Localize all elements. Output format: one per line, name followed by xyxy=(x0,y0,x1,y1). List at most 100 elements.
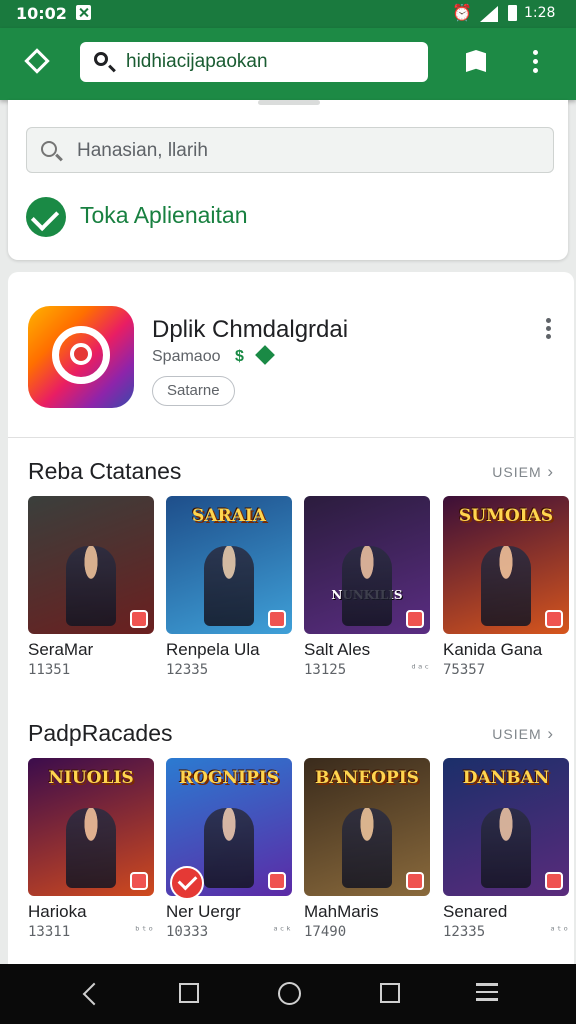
game-count: 12335 xyxy=(166,662,209,678)
game-hero-figure xyxy=(481,808,531,888)
menu-icon[interactable] xyxy=(476,983,498,1003)
game-badge-icon xyxy=(406,610,424,628)
game-tile[interactable]: SeraMar 11351 xyxy=(28,496,154,678)
game-pill: ᵇᵗᵒ xyxy=(134,924,154,937)
game-hero-figure xyxy=(481,546,531,626)
search-icon xyxy=(41,141,57,157)
section-more-link[interactable]: USIEM xyxy=(492,462,554,482)
game-title: SeraMar xyxy=(28,640,94,659)
game-banner-text: ROGNIPIS xyxy=(179,768,279,788)
game-banner-text: BANEOPIS xyxy=(315,768,419,788)
game-meta: 12335 ᵃᵗᵒ xyxy=(443,924,569,940)
game-artwork xyxy=(28,496,154,634)
app-bar: hidhiacijapaokan xyxy=(0,28,576,100)
card-search-field[interactable]: Hanasian, llarih xyxy=(26,127,554,173)
game-tile[interactable]: DANBAN Senared 12335 ᵃᵗᵒ xyxy=(443,758,569,940)
installed-check-icon xyxy=(170,866,204,900)
game-banner-text: SUMOIAS xyxy=(458,506,554,526)
system-nav-bar xyxy=(0,964,576,1024)
game-title: Kanida Gana xyxy=(443,640,543,659)
game-artwork: BANEOPIS xyxy=(304,758,430,896)
library-icon[interactable] xyxy=(466,50,486,72)
status-bar: 10:02 ⏰ 1:28 xyxy=(0,0,576,28)
game-badge-icon xyxy=(268,610,286,628)
developer-name: Spamaoo xyxy=(152,348,221,365)
game-count: 12335 xyxy=(443,924,486,940)
game-hero-figure xyxy=(204,546,254,626)
verified-gem-icon xyxy=(255,345,276,365)
navigation-diamond-icon[interactable] xyxy=(24,48,50,74)
battery-icon xyxy=(508,5,517,21)
search-card: Hanasian, llarih Toka Aplienaitan xyxy=(8,100,568,260)
home-icon[interactable] xyxy=(278,982,301,1005)
game-badge-icon xyxy=(268,872,286,890)
game-badge-icon xyxy=(545,610,563,628)
dollar-icon: $ xyxy=(234,348,244,365)
overflow-menu-icon[interactable] xyxy=(533,50,539,76)
game-meta: 75357 xyxy=(443,662,569,678)
game-badge-icon xyxy=(545,872,563,890)
app-icon[interactable] xyxy=(28,306,134,408)
divider xyxy=(8,437,574,438)
game-hero-figure xyxy=(66,808,116,888)
game-meta: 11351 xyxy=(28,662,154,678)
game-tile[interactable]: SUMOIAS Kanida Gana 75357 xyxy=(443,496,569,678)
game-meta: 13125 ᵈᵃᶜ xyxy=(304,662,430,678)
game-artwork: NIUOLIS xyxy=(28,758,154,896)
game-banner-text: SARAIA xyxy=(192,506,266,526)
game-banner-text: DANBAN xyxy=(462,768,550,788)
main-card: Dplik Chmdalgrdai Spamaoo $ Satarne Reba… xyxy=(8,272,574,972)
game-hero-figure xyxy=(342,546,392,626)
app-overflow-icon[interactable] xyxy=(546,318,551,342)
app-title: Dplik Chmdalgrdai xyxy=(152,316,349,343)
signal-icon xyxy=(480,6,498,22)
game-count: 11351 xyxy=(28,662,71,678)
game-title: Salt Ales xyxy=(304,640,371,659)
game-hero-figure xyxy=(66,546,116,626)
game-title: Harioka xyxy=(28,902,87,921)
game-title: Senared xyxy=(443,902,508,921)
section-more-link[interactable]: USIEM xyxy=(492,724,554,744)
game-title: Ner Uergr xyxy=(166,902,241,921)
search-query: hidhiacijapaokan xyxy=(126,51,268,72)
app-developer: Spamaoo $ xyxy=(152,345,276,366)
game-pill: ᵃᵗᵒ xyxy=(549,924,569,937)
game-hero-figure xyxy=(342,808,392,888)
battery-text: 1:28 xyxy=(524,5,556,21)
game-banner-text: NIUOLIS xyxy=(48,768,134,788)
game-pill: ᵈᵃᶜ xyxy=(410,662,430,675)
game-meta: 12335 xyxy=(166,662,292,678)
game-tile[interactable]: NUNKILIS Salt Ales 13125 ᵈᵃᶜ xyxy=(304,496,430,678)
game-meta: 13311 ᵇᵗᵒ xyxy=(28,924,154,940)
game-count: 13125 xyxy=(304,662,347,678)
top-search-input[interactable]: hidhiacijapaokan xyxy=(80,42,428,82)
game-tile[interactable]: BANEOPIS MahMaris 17490 xyxy=(304,758,430,940)
search-icon xyxy=(94,52,108,66)
app-icon-dot xyxy=(70,343,92,365)
drag-handle[interactable] xyxy=(258,100,320,105)
status-time: 10:02 xyxy=(16,4,67,23)
game-title: Renpela Ula xyxy=(166,640,260,659)
game-count: 75357 xyxy=(443,662,486,678)
recents-icon[interactable] xyxy=(380,983,400,1003)
game-artwork: SUMOIAS xyxy=(443,496,569,634)
back-icon[interactable] xyxy=(82,982,106,1006)
game-hero-figure xyxy=(204,808,254,888)
section-title: PadpRacades xyxy=(28,720,173,746)
game-count: 17490 xyxy=(304,924,347,940)
game-pill: ᵃᶜᵏ xyxy=(272,924,292,937)
game-tile[interactable]: NIUOLIS Harioka 13311 ᵇᵗᵒ xyxy=(28,758,154,940)
game-badge-icon xyxy=(130,872,148,890)
game-meta: 17490 xyxy=(304,924,430,940)
game-tile[interactable]: ROGNIPIS Ner Uergr 10333 ᵃᶜᵏ xyxy=(166,758,292,940)
card-search-placeholder: Hanasian, llarih xyxy=(77,140,208,161)
square-icon[interactable] xyxy=(179,983,199,1003)
notification-x-icon xyxy=(76,5,91,20)
game-tile[interactable]: SARAIA Renpela Ula 12335 xyxy=(166,496,292,678)
game-artwork: NUNKILIS xyxy=(304,496,430,634)
game-title: MahMaris xyxy=(304,902,379,921)
app-chip[interactable]: Satarne xyxy=(152,376,235,406)
check-circle-icon xyxy=(26,197,66,237)
alarm-icon: ⏰ xyxy=(452,3,472,22)
game-count: 13311 xyxy=(28,924,71,940)
